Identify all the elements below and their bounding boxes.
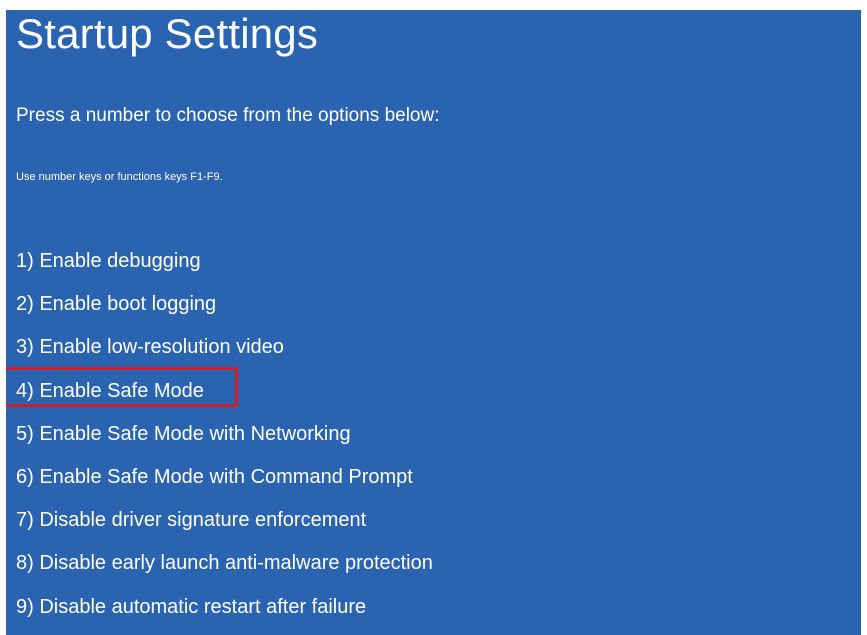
page-title: Startup Settings [16, 10, 319, 57]
startup-settings-screen: Startup Settings Press a number to choos… [6, 10, 861, 635]
option-enable-safe-mode-networking[interactable]: 5) Enable Safe Mode with Networking [16, 422, 433, 465]
instruction-text: Press a number to choose from the option… [16, 105, 440, 126]
option-disable-early-launch-anti-malware[interactable]: 8) Disable early launch anti-malware pro… [16, 551, 433, 594]
option-enable-low-resolution-video[interactable]: 3) Enable low-resolution video [16, 335, 433, 378]
option-enable-boot-logging[interactable]: 2) Enable boot logging [16, 292, 433, 335]
option-disable-driver-signature-enforcement[interactable]: 7) Disable driver signature enforcement [16, 508, 433, 551]
option-enable-debugging[interactable]: 1) Enable debugging [16, 249, 433, 292]
option-enable-safe-mode-command-prompt[interactable]: 6) Enable Safe Mode with Command Prompt [16, 465, 433, 508]
startup-options-list: 1) Enable debugging 2) Enable boot loggi… [16, 249, 433, 635]
key-hint-text: Use number keys or functions keys F1-F9. [16, 171, 223, 183]
option-disable-automatic-restart[interactable]: 9) Disable automatic restart after failu… [16, 595, 433, 635]
option-enable-safe-mode[interactable]: 4) Enable Safe Mode [16, 379, 433, 422]
